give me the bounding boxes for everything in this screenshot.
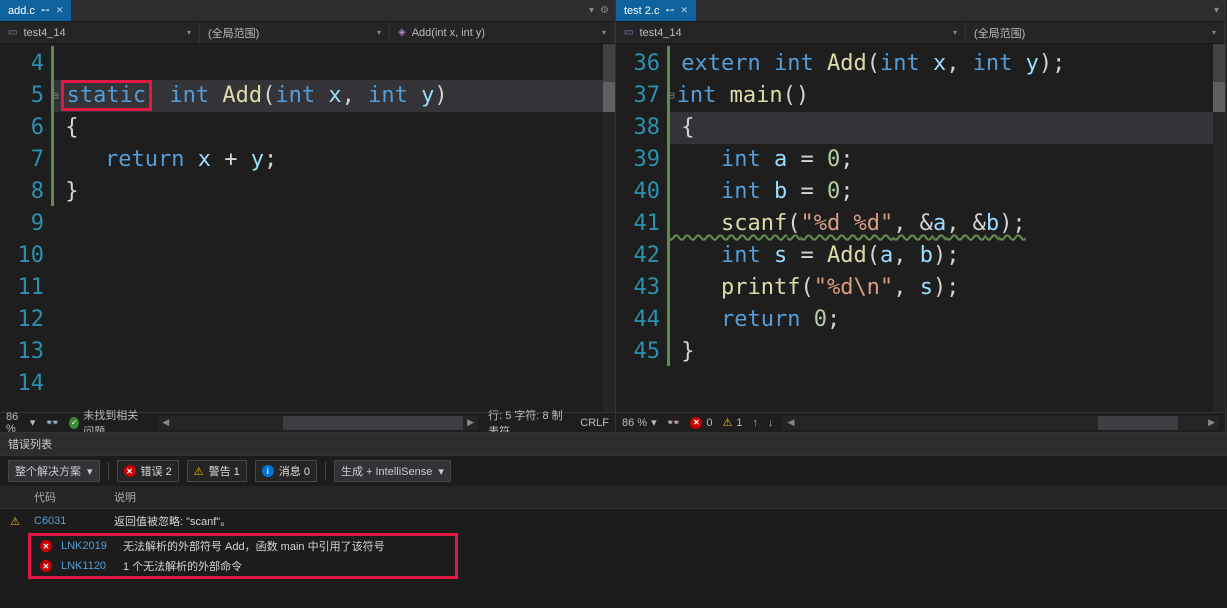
scroll-left-icon[interactable]: ◀	[783, 417, 798, 428]
errors-filter[interactable]: ✕ 错误 2	[117, 460, 179, 482]
project-icon: ▭	[8, 27, 17, 38]
scrollbar[interactable]	[603, 44, 615, 412]
chevron-down-icon: ▾	[602, 28, 606, 37]
error-filters: 整个解决方案 ▾ ✕ 错误 2 ⚠ 警告 1 i 消息 0 生成 + Intel…	[0, 456, 1227, 486]
table-header: 代码 说明	[0, 486, 1227, 509]
nav-scope[interactable]: (全局范围) ▾	[200, 22, 390, 43]
chevron-down-icon: ▾	[30, 416, 36, 429]
zoom-level[interactable]: 86 % ▾	[622, 416, 657, 429]
line-gutter: 4 5 6 7 8 9 10 11 12 13 14	[0, 44, 52, 412]
nav-row-left: ▭ test4_14 ▾ (全局范围) ▾ ◈ Add(int x, int y…	[0, 22, 615, 44]
nav-row-right: ▭ test4_14 ▾ (全局范围) ▾	[616, 22, 1225, 44]
error-list-title: 错误列表	[0, 433, 1227, 456]
info-icon: i	[262, 465, 274, 477]
gear-icon[interactable]: ⚙	[600, 5, 609, 16]
error-icon: ✕	[40, 540, 52, 552]
col-code[interactable]: 代码	[30, 489, 110, 505]
warning-count[interactable]: ⚠1	[722, 416, 742, 429]
nav-member[interactable]: ◈ Add(int x, int y) ▾	[390, 22, 615, 43]
code-area-right[interactable]: 36 37 38 39 40 41 42 43 44 45 extern int…	[616, 44, 1225, 412]
warnings-filter[interactable]: ⚠ 警告 1	[187, 460, 247, 482]
warning-icon: ⚠	[194, 465, 204, 478]
lightbulb-icon[interactable]: 👓	[45, 416, 59, 429]
tab-bar-left: add.c ⊷ ✕ ▾ ⚙	[0, 0, 615, 22]
col-desc[interactable]: 说明	[110, 489, 1227, 505]
next-issue-icon[interactable]: ↓	[768, 417, 774, 429]
file-tab-test2-c[interactable]: test 2.c ⊷ ✕	[616, 0, 696, 21]
chevron-down-icon: ▾	[1212, 28, 1216, 37]
messages-filter[interactable]: i 消息 0	[255, 460, 317, 482]
close-icon[interactable]: ✕	[680, 5, 688, 16]
editor-pane-right: test 2.c ⊷ ✕ ▾ ▭ test4_14 ▾ (全局范围) ▾ 36 …	[616, 0, 1226, 432]
chevron-down-icon: ▾	[438, 465, 444, 478]
warning-icon: ⚠	[722, 416, 732, 429]
file-tab-add-c[interactable]: add.c ⊷ ✕	[0, 0, 71, 21]
scrollbar[interactable]	[1213, 44, 1225, 412]
error-icon: ✕	[124, 465, 136, 477]
lightbulb-icon[interactable]: 👓	[667, 416, 681, 429]
scope-dropdown[interactable]: 整个解决方案 ▾	[8, 460, 100, 482]
pin-icon[interactable]: ⊷	[41, 5, 50, 16]
error-table: 代码 说明 ⚠ C6031 返回值被忽略: "scanf"。 ✕ LNK2019…	[0, 486, 1227, 581]
chevron-down-icon: ▾	[187, 28, 191, 37]
warning-icon: ⚠	[10, 516, 20, 528]
error-list-panel: 错误列表 整个解决方案 ▾ ✕ 错误 2 ⚠ 警告 1 i 消息 0 生成 + …	[0, 432, 1227, 608]
dropdown-icon[interactable]: ▾	[589, 5, 594, 16]
line-ending[interactable]: CRLF	[580, 417, 609, 429]
dropdown-icon[interactable]: ▾	[1214, 5, 1219, 16]
table-row[interactable]: ⚠ C6031 返回值被忽略: "scanf"。	[0, 511, 1227, 531]
editor-pane-left: add.c ⊷ ✕ ▾ ⚙ ▭ test4_14 ▾ (全局范围) ▾ ◈ Ad…	[0, 0, 616, 432]
chevron-down-icon: ▾	[651, 416, 657, 429]
highlight-box: static	[61, 80, 152, 111]
h-scrollbar[interactable]	[283, 416, 463, 430]
nav-project[interactable]: ▭ test4_14 ▾	[616, 22, 966, 43]
scroll-right-icon[interactable]: ▶	[463, 417, 478, 428]
source-dropdown[interactable]: 生成 + IntelliSense ▾	[334, 460, 451, 482]
table-row[interactable]: ✕ LNK1120 1 个无法解析的外部命令	[31, 556, 455, 576]
check-icon: ✓	[69, 417, 79, 429]
project-icon: ▭	[624, 27, 633, 38]
code-lines-left[interactable]: ⊟static int Add(int x, int y) { return x…	[52, 44, 615, 412]
code-area-left[interactable]: 4 5 6 7 8 9 10 11 12 13 14 ⊟static int A…	[0, 44, 615, 412]
pin-icon[interactable]: ⊷	[665, 5, 674, 16]
editor-status-left: 86 % ▾ 👓 ✓未找到相关问题 ◀ ▶ 行: 5 字符: 8 制表符 CRL…	[0, 412, 615, 432]
highlight-box: ✕ LNK2019 无法解析的外部符号 Add，函数 main 中引用了该符号 …	[28, 533, 458, 579]
h-scrollbar[interactable]	[1098, 416, 1178, 430]
scroll-right-icon[interactable]: ▶	[1204, 417, 1219, 428]
chevron-down-icon: ▾	[377, 28, 381, 37]
table-row[interactable]: ✕ LNK2019 无法解析的外部符号 Add，函数 main 中引用了该符号	[31, 536, 455, 556]
close-icon[interactable]: ✕	[56, 5, 64, 16]
error-icon: ✕	[690, 417, 702, 429]
cube-icon: ◈	[398, 27, 406, 38]
nav-project[interactable]: ▭ test4_14 ▾	[0, 22, 200, 43]
line-gutter: 36 37 38 39 40 41 42 43 44 45	[616, 44, 668, 412]
editor-status-right: 86 % ▾ 👓 ✕0 ⚠1 ↑ ↓ ◀ ▶	[616, 412, 1225, 432]
chevron-down-icon: ▾	[87, 465, 93, 478]
nav-scope[interactable]: (全局范围) ▾	[966, 22, 1225, 43]
change-indicator	[51, 46, 54, 206]
chevron-down-icon: ▾	[953, 28, 957, 37]
error-icon: ✕	[40, 560, 52, 572]
tab-bar-right: test 2.c ⊷ ✕ ▾	[616, 0, 1225, 22]
file-tab-label: test 2.c	[624, 5, 659, 17]
code-lines-right[interactable]: extern int Add(int x, int y); ⊟int main(…	[668, 44, 1225, 412]
file-tab-label: add.c	[8, 5, 35, 17]
zoom-level[interactable]: 86 % ▾	[6, 411, 35, 435]
prev-issue-icon[interactable]: ↑	[752, 417, 758, 429]
change-indicator	[667, 46, 670, 366]
error-count[interactable]: ✕0	[690, 417, 712, 429]
scroll-left-icon[interactable]: ◀	[158, 417, 173, 428]
